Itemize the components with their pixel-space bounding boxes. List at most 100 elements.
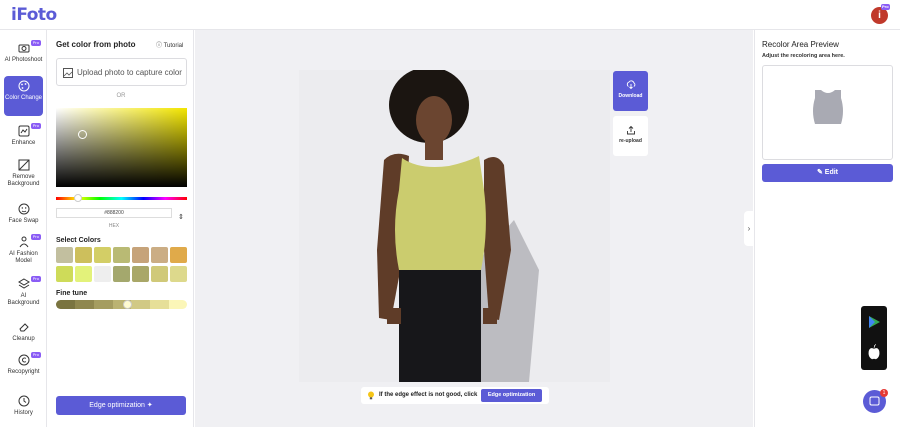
color-swatch[interactable] <box>56 247 73 263</box>
reupload-label: re-upload <box>619 138 642 144</box>
preview-title: Recolor Area Preview <box>762 40 839 49</box>
tutorial-link[interactable]: ⓘ Tutorial <box>156 40 183 49</box>
layers-icon <box>17 278 30 289</box>
clock-icon <box>18 395 29 407</box>
sidebar-item-history[interactable]: History <box>4 391 43 419</box>
edge-optimization-button[interactable]: Edge optimization ✦ <box>56 396 186 415</box>
lightbulb-icon <box>368 391 374 400</box>
face-swap-icon <box>18 203 29 215</box>
pro-badge: Pro <box>30 352 41 358</box>
sidebar-item-label: Remove Background <box>7 174 40 187</box>
camera-icon <box>18 44 29 53</box>
fine-tune-segment[interactable] <box>74 300 94 309</box>
download-button[interactable]: Download <box>613 71 648 111</box>
chat-button[interactable]: 1 <box>863 389 888 413</box>
apple-icon <box>868 343 880 360</box>
copyright-icon <box>18 354 29 366</box>
collapse-panel-toggle[interactable]: › <box>744 211 754 246</box>
app-store-links <box>861 306 887 370</box>
panel-title: Get color from photo <box>56 40 136 49</box>
edit-label: Edit <box>824 169 839 176</box>
sidebar-item-label: Face Swap <box>8 218 39 224</box>
reupload-button[interactable]: re-upload <box>613 116 648 156</box>
remove-bg-icon <box>18 159 29 171</box>
color-picker-area[interactable] <box>56 108 187 187</box>
fine-tune-segment[interactable] <box>149 300 169 309</box>
color-swatch[interactable] <box>132 247 149 263</box>
avatar-initial: i <box>878 10 881 21</box>
color-swatch[interactable] <box>113 247 130 263</box>
sidebar-item-label: Color Change <box>4 95 43 101</box>
logo[interactable]: iFoto <box>11 5 57 25</box>
tutorial-label: Tutorial <box>163 43 184 49</box>
color-swatch[interactable] <box>170 247 187 263</box>
hint-edge-optimization-button[interactable]: Edge optimization <box>481 389 542 402</box>
chevron-right-icon: › <box>747 224 751 233</box>
color-swatch[interactable] <box>113 266 130 282</box>
color-swatch[interactable] <box>94 266 111 282</box>
hue-slider[interactable] <box>56 194 187 202</box>
sidebar-item-color-change[interactable]: Color Change <box>4 76 43 116</box>
fine-tune-handle[interactable] <box>123 300 132 309</box>
editor-canvas: Download re-upload If the edge effect is… <box>195 30 753 427</box>
image-icon <box>63 68 73 78</box>
pro-badge: Pro <box>30 234 41 240</box>
select-colors-title: Select Colors <box>56 237 101 244</box>
sidebar-item-cleanup[interactable]: Cleanup <box>4 317 43 345</box>
color-swatch[interactable] <box>75 266 92 282</box>
color-panel: Get color from photo ⓘ Tutorial Upload p… <box>48 30 194 427</box>
download-icon <box>626 80 635 90</box>
edge-optimization-label: Edge optimization <box>89 402 145 409</box>
tank-top <box>395 156 486 270</box>
pencil-icon: ✎ <box>816 169 825 176</box>
color-swatch[interactable] <box>151 247 168 263</box>
sidebar-item-enhance[interactable]: Enhance Pro <box>4 121 43 151</box>
sidebar-item-label: Enhance <box>11 140 36 146</box>
hue-slider-handle[interactable] <box>74 194 82 202</box>
preview-subtitle: Adjust the recoloring area here. <box>762 53 845 59</box>
format-toggle-icon[interactable]: ⇕ <box>178 213 184 221</box>
sidebar-item-recopyright[interactable]: Recopyright Pro <box>4 350 43 380</box>
hex-label: HEX <box>108 223 120 229</box>
color-swatch[interactable] <box>151 266 168 282</box>
help-icon: ⓘ <box>156 43 164 49</box>
fine-tune-segment[interactable] <box>130 300 151 309</box>
sidebar-item-face-swap[interactable]: Face Swap <box>4 199 43 227</box>
chat-notification-badge: 1 <box>880 389 888 397</box>
fine-tune-title: Fine tune <box>56 290 88 297</box>
pro-badge: Pro <box>30 40 41 46</box>
edge-hint-bar: If the edge effect is not good, click Ed… <box>361 387 549 404</box>
top-bar: iFoto i Pro <box>0 0 900 30</box>
sparkle-icon: ✦ <box>144 402 153 409</box>
fine-tune-segment[interactable] <box>93 300 113 309</box>
upload-icon <box>626 125 635 135</box>
fine-tune-segment[interactable] <box>168 300 187 309</box>
fine-tune-segment[interactable] <box>56 300 76 309</box>
color-swatch[interactable] <box>56 266 73 282</box>
pro-badge: Pro <box>30 276 41 282</box>
store-icons <box>868 316 880 360</box>
sidebar-item-ai-photoshoot[interactable]: AI Photoshoot Pro <box>4 38 43 76</box>
avatar[interactable]: i Pro <box>871 4 890 24</box>
sidebar-item-ai-background[interactable]: AI Background Pro <box>4 274 43 310</box>
hex-input[interactable]: #888200 <box>56 208 172 218</box>
upload-label: Upload photo to capture color <box>77 68 182 77</box>
sidebar-item-remove-background[interactable]: Remove Background <box>4 155 43 191</box>
sidebar-item-ai-fashion-model[interactable]: AI Fashion Model Pro <box>4 232 43 268</box>
enhance-icon <box>18 125 29 137</box>
color-swatch[interactable] <box>75 247 92 263</box>
tank-top-preview <box>813 90 843 124</box>
edit-button[interactable]: ✎ Edit <box>762 164 893 182</box>
color-swatch[interactable] <box>132 266 149 282</box>
hint-text: If the edge effect is not good, click <box>379 392 478 398</box>
color-swatch[interactable] <box>170 266 187 282</box>
color-swatch[interactable] <box>94 247 111 263</box>
pro-badge: Pro <box>30 123 41 129</box>
fine-tune-slider[interactable] <box>56 300 187 309</box>
product-photo[interactable] <box>299 70 610 382</box>
sidebar-item-label: AI Fashion Model <box>9 251 38 264</box>
upload-photo-button[interactable]: Upload photo to capture color <box>56 58 187 86</box>
color-picker-handle[interactable] <box>78 130 87 139</box>
palette-icon <box>18 80 29 92</box>
model-photo <box>299 70 610 382</box>
